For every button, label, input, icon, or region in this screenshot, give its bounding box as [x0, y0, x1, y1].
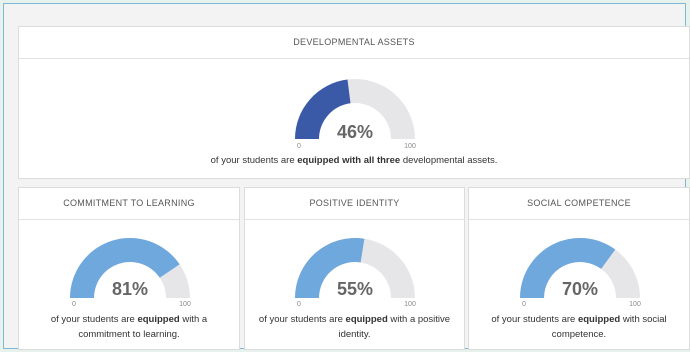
- card-title: COMMITMENT TO LEARNING: [19, 188, 239, 220]
- gauge-max-label: 100: [404, 301, 416, 308]
- card-caption: of your students are equipped with socia…: [491, 314, 667, 340]
- gauge-percent: 55%: [337, 279, 373, 299]
- positive-identity-gauge: 55% 0 100: [295, 237, 416, 308]
- gauge-min-label: 0: [522, 301, 526, 308]
- card-title: POSITIVE IDENTITY: [245, 188, 464, 220]
- card-title: SOCIAL COMPETENCE: [469, 188, 689, 220]
- gauge-percent: 46%: [337, 122, 373, 142]
- gauge-max-label: 100: [629, 301, 641, 308]
- positive-identity-card: POSITIVE IDENTITY 55% 0 100 of your stud…: [244, 187, 465, 350]
- card-caption: of your students are equipped with a com…: [50, 314, 208, 340]
- panel-title: DEVELOPMENTAL ASSETS: [19, 27, 689, 59]
- gauge-max-label: 100: [404, 143, 416, 150]
- gauge-caption: of your students are equipped with all t…: [210, 155, 498, 166]
- social-competence-card: SOCIAL COMPETENCE 70% 0 100 of your stud…: [468, 187, 690, 350]
- commitment-to-learning-gauge: 81% 0 100: [70, 238, 191, 308]
- gauge-min-label: 0: [72, 301, 76, 308]
- gauge-percent: 70%: [562, 279, 598, 299]
- gauge-percent: 81%: [112, 279, 148, 299]
- gauge-max-label: 100: [179, 301, 191, 308]
- social-competence-gauge: 70% 0 100: [520, 238, 641, 308]
- gauge-min-label: 0: [297, 143, 301, 150]
- gauge-min-label: 0: [297, 301, 301, 308]
- developmental-assets-gauge: 46% 0 100: [295, 79, 416, 150]
- card-caption: of your students are equipped with a pos…: [258, 314, 451, 340]
- commitment-to-learning-card: COMMITMENT TO LEARNING 81% 0 100 of your…: [18, 187, 240, 350]
- developmental-assets-panel: DEVELOPMENTAL ASSETS 46% 0 100 of your s…: [18, 26, 690, 179]
- dashboard-frame: DEVELOPMENTAL ASSETS 46% 0 100 of your s…: [3, 3, 690, 350]
